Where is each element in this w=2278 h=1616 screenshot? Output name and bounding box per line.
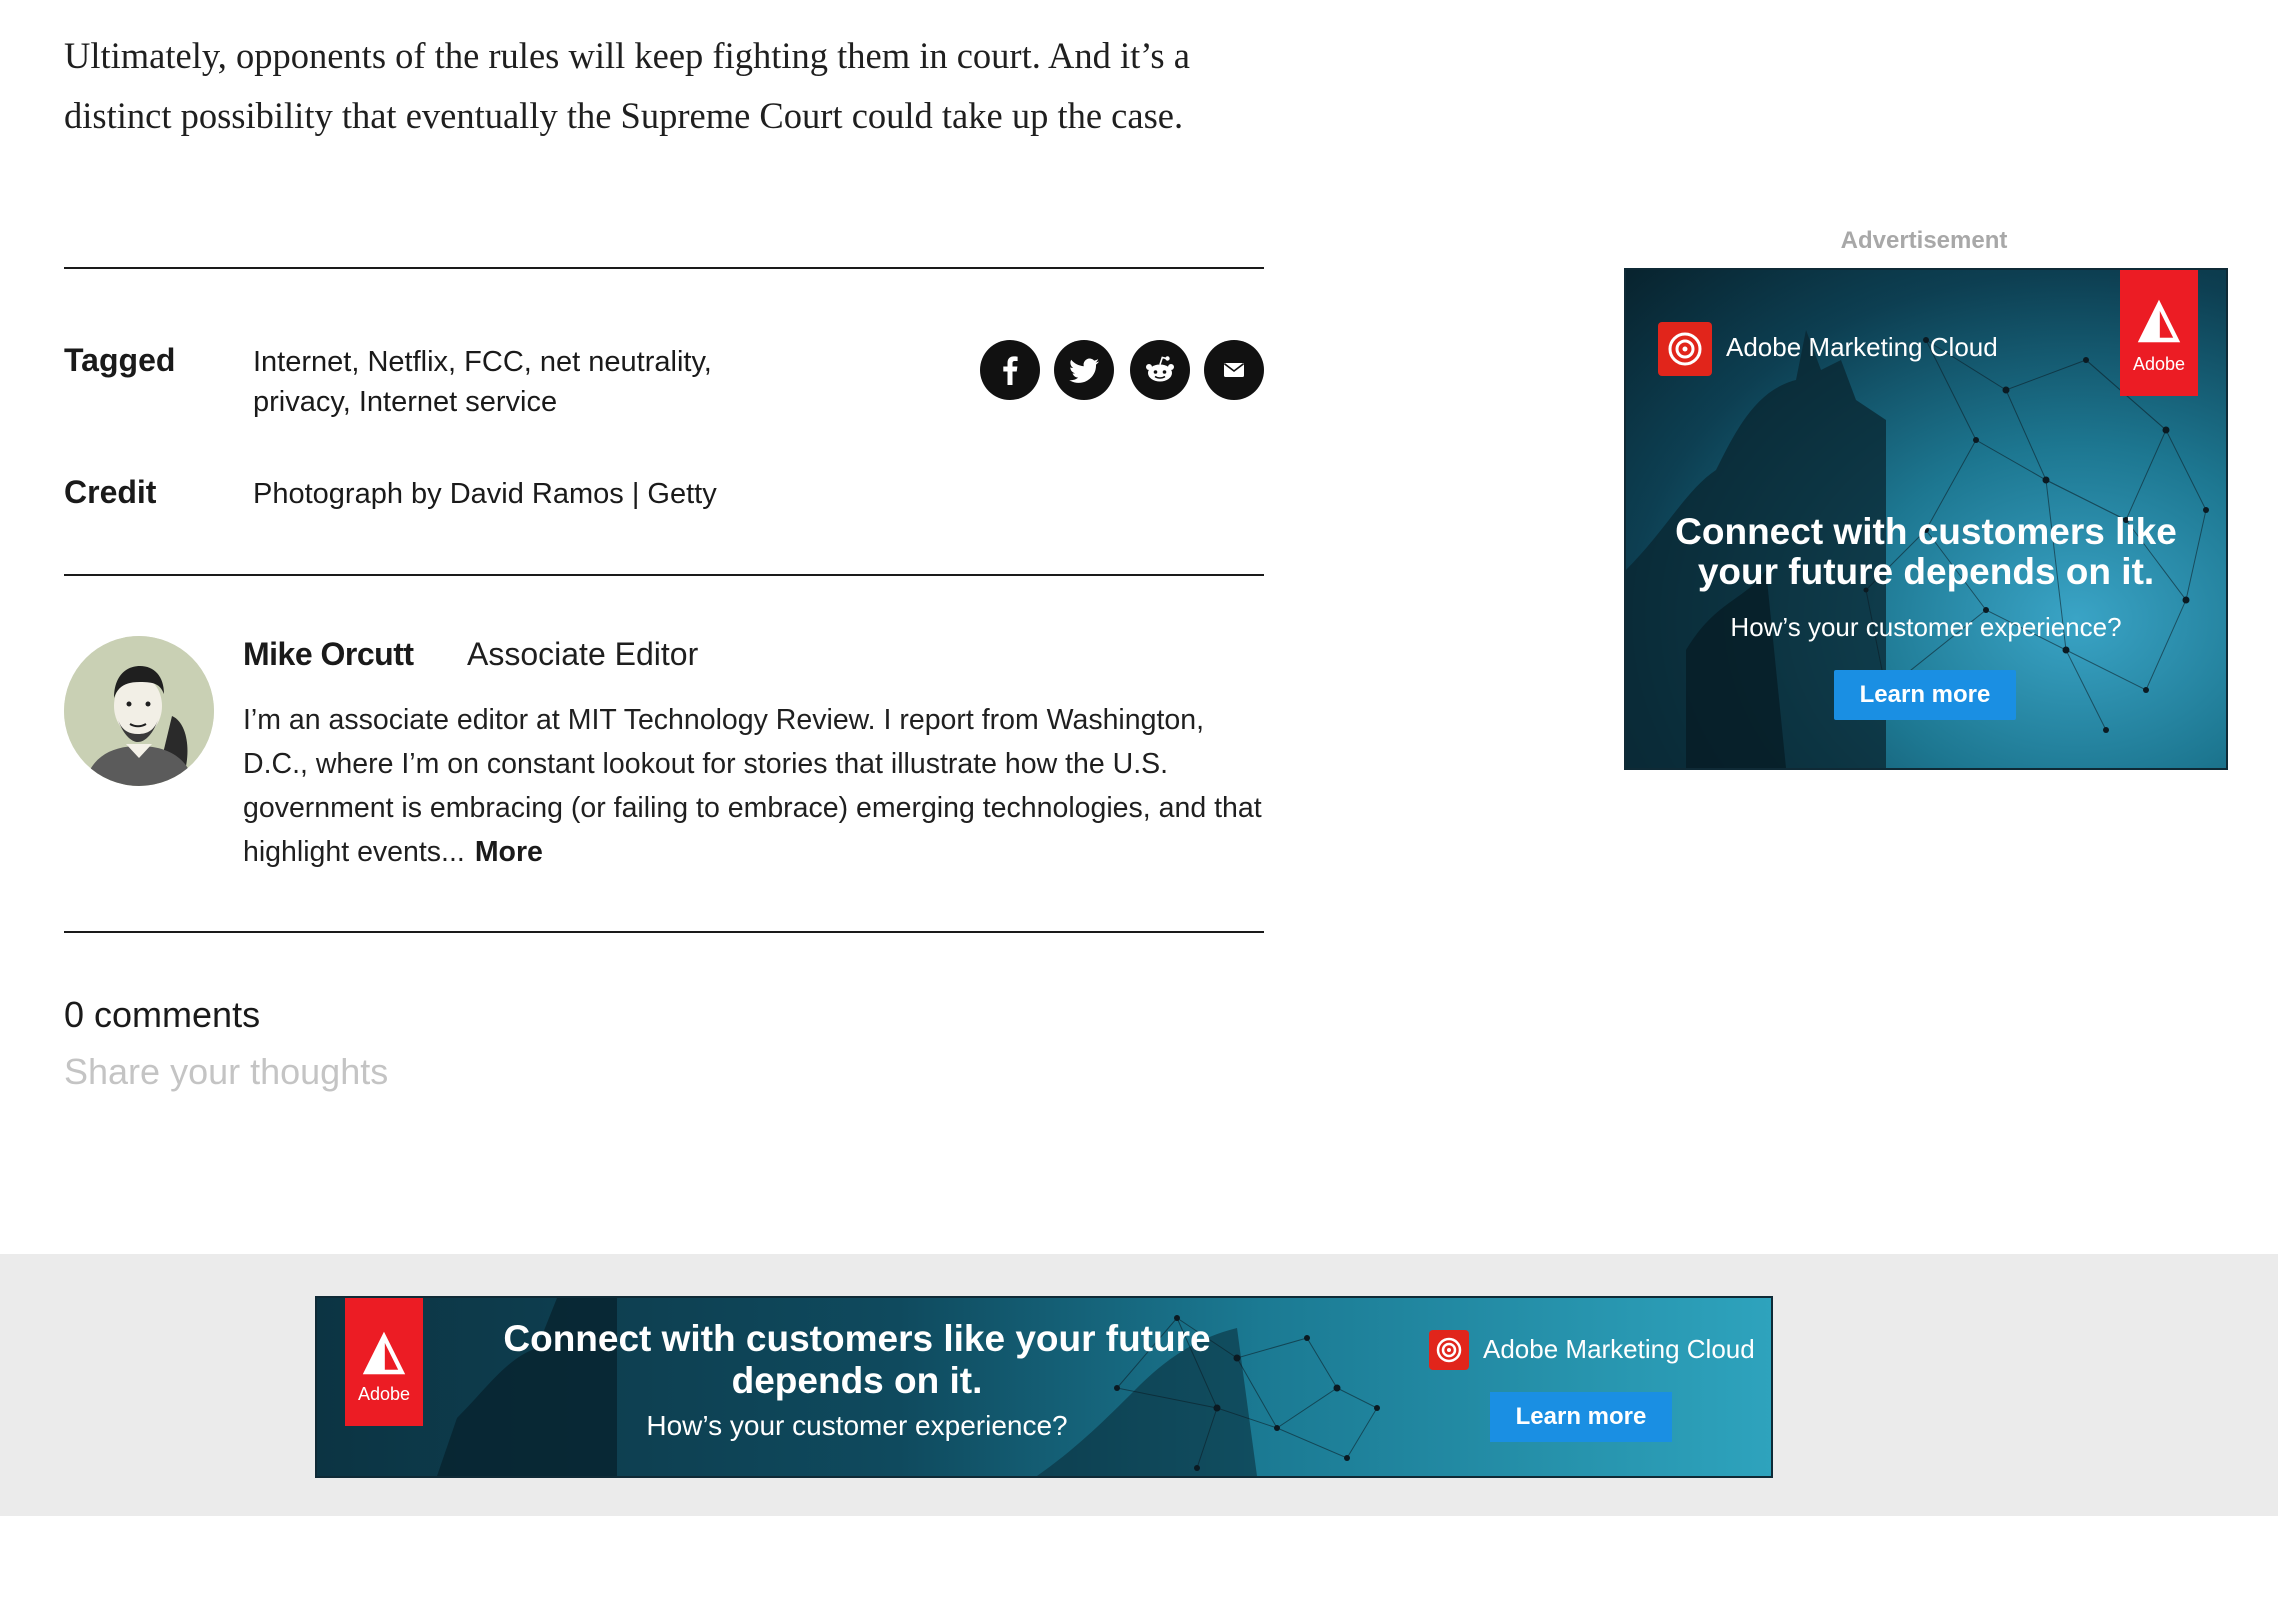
tag-link[interactable]: Internet (253, 346, 351, 378)
share-reddit-button[interactable] (1130, 340, 1190, 400)
adobe-a-glyph: ◭ (364, 1321, 404, 1379)
ad-brand-name: Adobe Marketing Cloud (1483, 1334, 1755, 1364)
author-more-link[interactable]: More (475, 836, 543, 868)
advertisement-label: Advertisement (1840, 227, 2008, 254)
divider (64, 574, 1264, 576)
ad-subline: How’s your customer experience? (1730, 612, 2122, 642)
adobe-logo-icon: ◭ Adobe (345, 1298, 423, 1426)
article-closing-paragraph: Ultimately, opponents of the rules will … (64, 35, 1190, 136)
author-bio-text: I’m an associate editor at MIT Technolog… (243, 704, 1262, 868)
learn-more-button[interactable]: Learn more (1490, 1392, 1672, 1442)
divider (64, 931, 1264, 933)
author-avatar[interactable] (64, 636, 214, 786)
credit-label: Credit (64, 474, 157, 510)
tag-link[interactable]: Netflix (367, 346, 448, 378)
banner-advertisement[interactable]: ◭ Adobe Connect with customers like your… (315, 1296, 1773, 1478)
comment-input[interactable] (64, 1044, 824, 1100)
facebook-icon (1003, 356, 1018, 385)
tag-list: Internet, Netflix, FCC, net neutrality, … (253, 346, 712, 418)
tagged-label: Tagged (64, 342, 176, 378)
share-facebook-button[interactable] (980, 340, 1040, 400)
marketing-cloud-logo-icon (1658, 322, 1712, 376)
author-role: Associate Editor (467, 636, 699, 672)
comments-count: 0 comments (64, 994, 261, 1035)
reddit-icon (1146, 356, 1174, 382)
learn-more-button[interactable]: Learn more (1834, 670, 2016, 720)
author-name[interactable]: Mike Orcutt (243, 636, 414, 673)
tag-link[interactable]: net neutrality (540, 346, 704, 378)
author-bio: I’m an associate editor at MIT Technolog… (243, 698, 1263, 874)
divider (64, 267, 1264, 269)
ad-subline: How’s your customer experience? (646, 1410, 1068, 1441)
tag-link[interactable]: privacy (253, 386, 343, 418)
ad-brand-name: Adobe Marketing Cloud (1726, 332, 1998, 362)
credit-value: Photograph by David Ramos | Getty (253, 478, 717, 510)
adobe-a-glyph: ◭ (2139, 289, 2179, 347)
twitter-icon (1069, 358, 1099, 383)
ad-headline: Connect with customers like your future … (1675, 511, 2177, 592)
author-portrait-icon (64, 636, 214, 786)
share-email-button[interactable] (1204, 340, 1264, 400)
adobe-logo-word: Adobe (357, 1384, 411, 1404)
share-twitter-button[interactable] (1054, 340, 1114, 400)
adobe-logo-word: Adobe (2132, 354, 2186, 374)
tag-link[interactable]: FCC (464, 346, 524, 378)
ad-headline: Connect with customers like your future … (503, 1318, 1211, 1401)
tag-link[interactable]: Internet service (359, 386, 557, 418)
adobe-logo-icon: ◭ Adobe (2120, 270, 2198, 396)
side-advertisement[interactable]: Adobe Marketing Cloud ◭ Adobe Connect wi… (1624, 268, 2228, 770)
email-icon (1224, 363, 1244, 377)
marketing-cloud-logo-icon (1429, 1330, 1469, 1370)
